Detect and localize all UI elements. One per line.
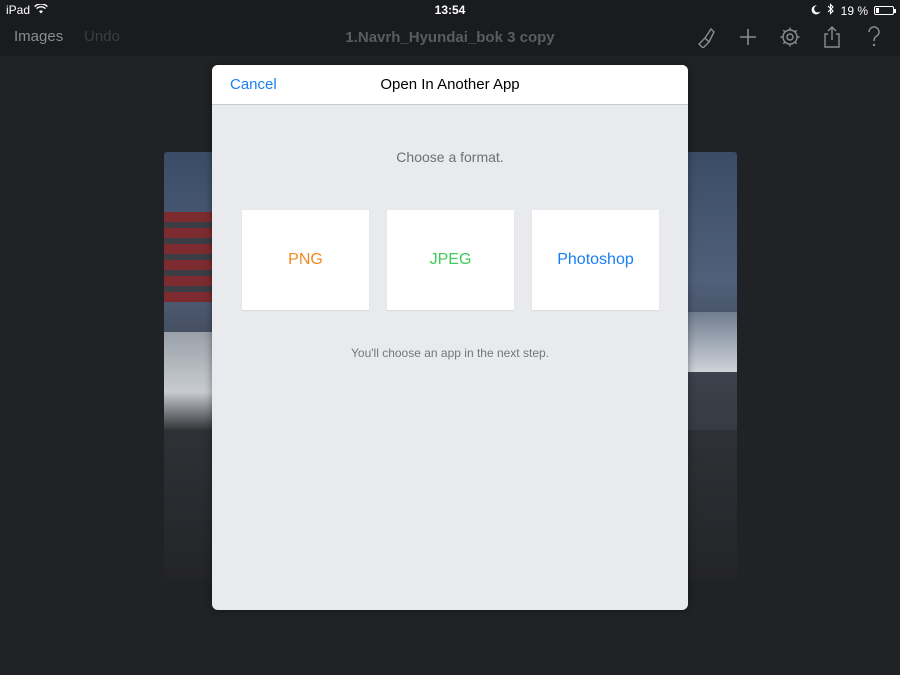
format-png-label: PNG — [288, 251, 323, 268]
photo-right-building — [687, 312, 737, 372]
open-in-app-modal: Cancel Open In Another App Choose a form… — [212, 65, 688, 610]
moon-icon — [811, 4, 821, 18]
format-prompt: Choose a format. — [396, 149, 504, 165]
gear-icon[interactable] — [778, 25, 802, 49]
plus-icon[interactable] — [736, 25, 760, 49]
format-photoshop-button[interactable]: Photoshop — [532, 210, 659, 310]
share-icon[interactable] — [820, 25, 844, 49]
format-png-button[interactable]: PNG — [242, 210, 369, 310]
modal-title: Open In Another App — [380, 76, 520, 93]
status-bar: iPad 13:54 19 % — [0, 0, 900, 20]
photo-building — [164, 212, 212, 302]
help-icon[interactable] — [862, 25, 886, 49]
status-time: 13:54 — [434, 3, 466, 17]
modal-header: Cancel Open In Another App — [212, 65, 688, 105]
toolbar: Images Undo 1.Navrh_Hyundai_bok 3 copy — [0, 20, 900, 56]
photo-car — [164, 332, 212, 432]
format-jpeg-button[interactable]: JPEG — [387, 210, 514, 310]
battery-fill — [876, 8, 879, 13]
format-jpeg-label: JPEG — [429, 251, 472, 268]
screen: iPad 13:54 19 % Images Undo 1.Navrh_Hyun… — [0, 0, 900, 675]
bluetooth-icon — [827, 3, 835, 18]
brush-icon[interactable] — [694, 25, 718, 49]
format-options: PNG JPEG Photoshop — [242, 210, 659, 310]
battery-percent: 19 % — [840, 3, 868, 18]
battery-icon — [874, 6, 896, 15]
format-photoshop-label: Photoshop — [557, 251, 634, 268]
toolbar-icons — [694, 25, 886, 49]
status-right: 19 % — [811, 3, 896, 18]
next-step-note: You'll choose an app in the next step. — [351, 346, 549, 360]
